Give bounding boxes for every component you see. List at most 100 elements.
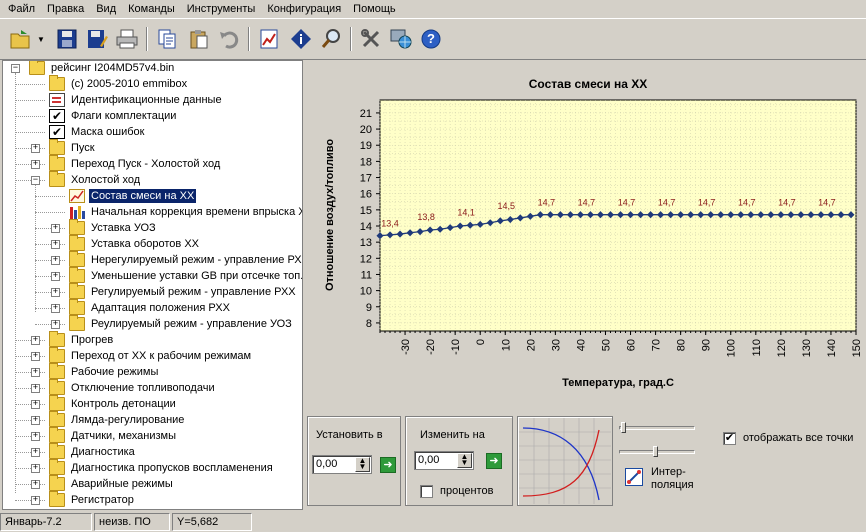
parameter-tree[interactable]: − рейсинг I204MD57v4.bin (c) 2005-2010 emm… [2, 60, 303, 510]
set-to-input[interactable]: 0,00 ▲ ▼ [312, 455, 372, 474]
expand-toggle[interactable]: + [51, 256, 60, 265]
tree-item[interactable]: Лямда-регулирование [49, 411, 186, 428]
x-tick-label: 150 [851, 339, 863, 357]
folder-open-icon [49, 171, 65, 187]
interpolate-button[interactable] [625, 468, 643, 486]
apply-set-button[interactable]: ➜ [380, 457, 396, 473]
tree-item[interactable]: Диагностика [49, 443, 137, 460]
open-dropdown[interactable]: ▼ [34, 26, 48, 52]
tree-item[interactable]: Прогрев [49, 331, 115, 348]
menu-config[interactable]: Конфигурация [261, 0, 347, 18]
tree-item[interactable]: Диагностика пропусков воспламенения [49, 459, 275, 476]
paste-button[interactable] [186, 26, 212, 52]
edit-panel: Установить в 0,00 ▲ ▼ ➜ Изменить на 0,00 … [305, 412, 866, 510]
tree-item[interactable]: Уменьшение уставки GB при отсечке топ. [69, 267, 302, 284]
save-as-button[interactable] [84, 26, 110, 52]
expand-toggle[interactable]: + [51, 240, 60, 249]
tree-item[interactable]: Регулируемый режим - управление РХХ [69, 283, 298, 300]
connect-button[interactable] [388, 26, 414, 52]
copy-button[interactable] [154, 26, 180, 52]
slider-thumb-2[interactable] [653, 446, 658, 457]
folder-icon [49, 155, 65, 171]
expand-toggle[interactable]: + [31, 400, 40, 409]
expand-toggle[interactable]: + [31, 160, 40, 169]
menu-edit[interactable]: Правка [41, 0, 90, 18]
tree-item[interactable]: Контроль детонации [49, 395, 178, 412]
expand-toggle[interactable]: + [51, 224, 60, 233]
expand-toggle[interactable]: + [31, 448, 40, 457]
tree-item[interactable]: Уставка УОЗ [69, 219, 158, 236]
tree-root[interactable]: рейсинг I204MD57v4.bin [29, 61, 176, 76]
slider-thumb-1[interactable] [621, 422, 626, 433]
set-to-spinner[interactable]: ▲ ▼ [355, 457, 370, 472]
tree-item[interactable]: Идентификационные данные [49, 92, 224, 108]
folder-icon [49, 491, 65, 507]
change-by-spinner[interactable]: ▲ ▼ [457, 453, 472, 468]
info-button[interactable] [288, 26, 314, 52]
expand-toggle[interactable]: + [31, 336, 40, 345]
menu-bar: Файл Правка Вид Команды Инструменты Конф… [0, 0, 866, 18]
tree-item[interactable]: Отключение топливоподачи [49, 379, 217, 396]
tree-item-label: Идентификационные данные [71, 94, 222, 106]
tree-item[interactable]: Уставка оборотов ХХ [69, 235, 201, 252]
expand-toggle[interactable]: + [51, 320, 60, 329]
expand-toggle[interactable]: + [31, 496, 40, 505]
tools-button[interactable] [358, 26, 384, 52]
copy-icon [158, 29, 176, 49]
tree-item[interactable]: Начальная коррекция времени впрыска Х [69, 204, 302, 220]
expand-toggle[interactable]: + [51, 304, 60, 313]
expand-toggle[interactable]: + [31, 432, 40, 441]
tree-item[interactable]: ✔ Флаги комплектации [49, 108, 178, 124]
expand-toggle[interactable]: + [31, 480, 40, 489]
folder-icon [69, 235, 85, 251]
tree-item[interactable]: Состав смеси на ХХ [69, 188, 198, 204]
expand-toggle[interactable]: + [31, 416, 40, 425]
tree-item[interactable]: Датчики, механизмы [49, 427, 178, 444]
menu-view[interactable]: Вид [90, 0, 122, 18]
save-button[interactable] [54, 26, 80, 52]
apply-change-button[interactable]: ➜ [486, 453, 502, 469]
menu-help[interactable]: Помощь [347, 0, 402, 18]
expand-toggle[interactable]: + [31, 368, 40, 377]
tree-item[interactable]: Аварийные режимы [49, 475, 175, 492]
status-bar: Январь-7.2 неизв. ПО Y=5,682 [0, 512, 866, 532]
help-button[interactable]: ? [418, 26, 444, 52]
collapse-toggle[interactable]: − [11, 64, 20, 73]
tree-item[interactable]: Пуск [49, 139, 97, 156]
expand-toggle[interactable]: + [51, 288, 60, 297]
tree-item[interactable]: ✔ Маска ошибок [49, 124, 146, 140]
search-button[interactable] [318, 26, 344, 52]
menu-tools[interactable]: Инструменты [181, 0, 262, 18]
tree-item[interactable]: (c) 2005-2010 emmibox [49, 75, 189, 92]
menu-file[interactable]: Файл [2, 0, 41, 18]
folder-icon [49, 443, 65, 459]
status-firmware: неизв. ПО [94, 513, 170, 531]
tree-item-label: Отключение топливоподачи [71, 382, 215, 394]
interp-slider-1[interactable] [619, 426, 695, 430]
expand-toggle[interactable]: + [31, 464, 40, 473]
change-by-input[interactable]: 0,00 ▲ ▼ [414, 451, 474, 470]
chart-svg[interactable]: 8 9 10 11 12 13 14 15 16 17 18 19 20 21 -30 -20 -10 0 10 20… [305, 60, 866, 410]
x-tick-label: -20 [425, 339, 437, 355]
expand-toggle[interactable]: + [51, 272, 60, 281]
expand-toggle[interactable]: + [31, 144, 40, 153]
expand-toggle[interactable]: + [31, 384, 40, 393]
tree-item[interactable]: Реулируемый режим - управление УОЗ [69, 315, 294, 332]
tree-item[interactable]: Холостой ход [49, 171, 142, 188]
tree-item[interactable]: Регистратор [49, 491, 136, 508]
tree-item-label: Состав смеси на ХХ [87, 188, 198, 204]
collapse-toggle[interactable]: − [31, 176, 40, 185]
tree-item[interactable]: Адаптация положения РХХ [69, 299, 232, 316]
percent-checkbox[interactable] [420, 485, 433, 498]
tree-item[interactable]: Нерегулируемый режим - управление РХ [69, 251, 302, 268]
show-all-checkbox[interactable]: ✔ [723, 432, 736, 445]
tree-item[interactable]: Переход от ХХ к рабочим режимам [49, 347, 253, 364]
menu-commands[interactable]: Команды [122, 0, 181, 18]
open-button[interactable] [8, 26, 34, 52]
tree-item[interactable]: Рабочие режимы [49, 363, 160, 380]
print-button[interactable] [114, 26, 140, 52]
tree-item[interactable]: Переход Пуск - Холостой ход [49, 155, 222, 172]
expand-toggle[interactable]: + [31, 352, 40, 361]
undo-button[interactable] [216, 26, 242, 52]
chart-button[interactable] [256, 26, 282, 52]
